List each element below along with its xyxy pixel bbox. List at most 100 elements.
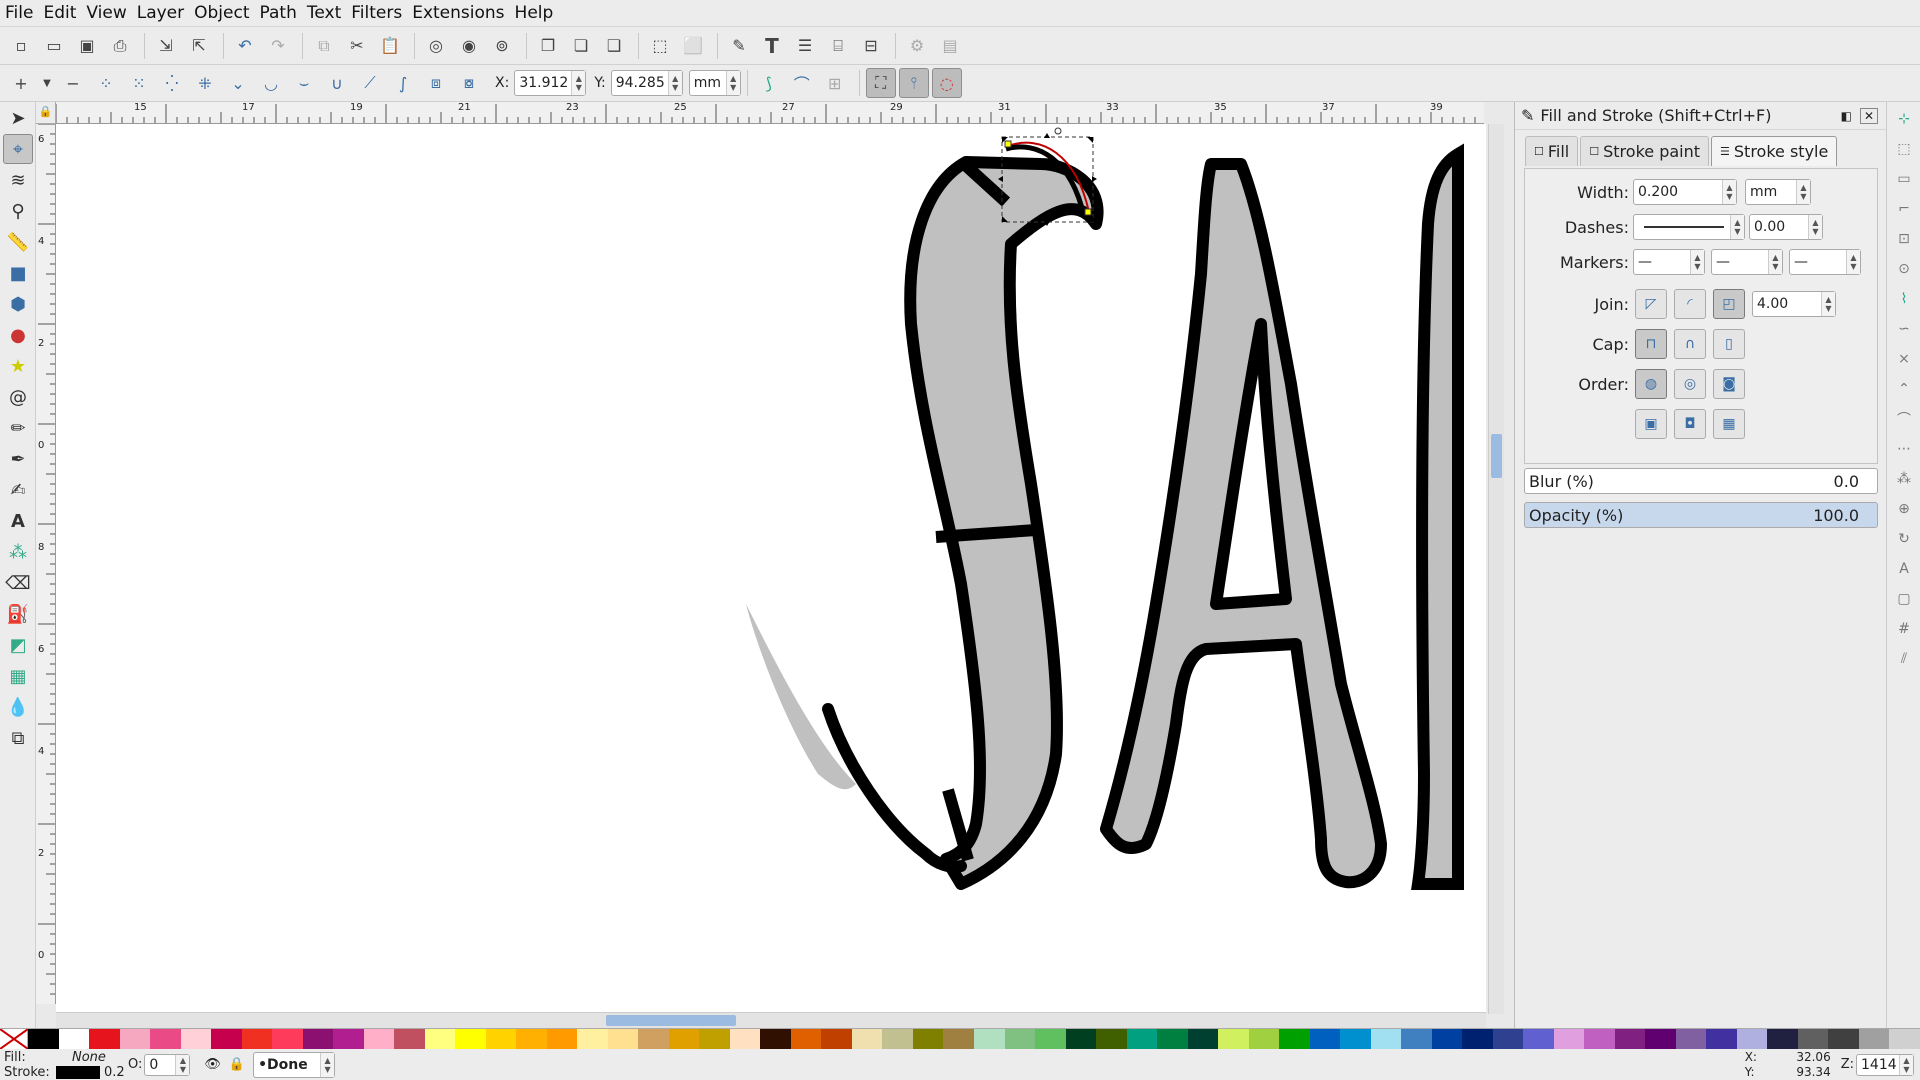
segment-line-icon[interactable]: ⟋ bbox=[355, 68, 385, 98]
end-marker-select[interactable]: — ▲ ▼ bbox=[1789, 249, 1861, 275]
snap-bbox-edge-icon[interactable]: ▭ bbox=[1891, 166, 1917, 192]
preferences-icon[interactable]: ⚙ bbox=[902, 31, 932, 61]
new-document-icon[interactable]: ▫ bbox=[6, 31, 36, 61]
color-swatch[interactable] bbox=[1828, 1029, 1859, 1049]
color-swatch[interactable] bbox=[699, 1029, 730, 1049]
color-swatch[interactable] bbox=[1004, 1029, 1036, 1049]
text-font-icon[interactable]: T bbox=[757, 31, 787, 61]
spin-arrows-icon[interactable]: ▲ ▼ bbox=[1722, 180, 1736, 204]
color-swatch[interactable] bbox=[1858, 1029, 1890, 1049]
insert-node-icon[interactable]: + bbox=[6, 68, 36, 98]
object-to-path-icon[interactable]: ⧈ bbox=[421, 68, 451, 98]
snap-bbox-icon[interactable]: ⬚ bbox=[1891, 136, 1917, 162]
show-transform-handles-icon[interactable]: ⛶ bbox=[865, 68, 896, 98]
node-handle[interactable] bbox=[1054, 127, 1062, 135]
layer-visibility-icon[interactable]: 👁 bbox=[204, 1057, 221, 1072]
zoom-drawing-icon[interactable]: ◉ bbox=[454, 31, 484, 61]
color-swatch[interactable] bbox=[1340, 1029, 1371, 1049]
node-tool-icon[interactable]: ⌖ bbox=[3, 134, 33, 164]
zoom-selection-icon[interactable]: ◎ bbox=[421, 31, 451, 61]
tab-stroke-paint[interactable]: ☐ Stroke paint bbox=[1580, 136, 1710, 166]
snap-midpoint-icon[interactable]: ⋯ bbox=[1891, 436, 1917, 462]
menu-extensions[interactable]: Extensions bbox=[407, 3, 509, 23]
layers-icon[interactable]: ☰ bbox=[790, 31, 820, 61]
color-swatch[interactable] bbox=[1675, 1029, 1707, 1049]
spin-arrows-icon[interactable]: ▲ ▼ bbox=[1899, 1054, 1913, 1075]
color-swatch[interactable] bbox=[1126, 1029, 1158, 1049]
mid-marker-select[interactable]: — ▲ ▼ bbox=[1711, 249, 1783, 275]
node-cusp-icon[interactable]: ⌄ bbox=[223, 68, 253, 98]
drawing-canvas[interactable] bbox=[56, 124, 1486, 1012]
width-spinbox[interactable]: 0.200 ▲ ▼ bbox=[1633, 179, 1737, 205]
gradient-tool-icon[interactable]: ◩ bbox=[3, 630, 33, 660]
show-outline-icon[interactable]: ◌ bbox=[931, 68, 962, 98]
export-icon[interactable]: ⇱ bbox=[184, 31, 214, 61]
snap-text-baseline-icon[interactable]: A bbox=[1891, 556, 1917, 582]
snap-intersection-icon[interactable]: ⨯ bbox=[1891, 346, 1917, 372]
clone-icon[interactable]: ❏ bbox=[566, 31, 596, 61]
blur-slider[interactable]: Blur (%) 0.0 bbox=[1524, 468, 1878, 494]
save-icon[interactable]: ▣ bbox=[72, 31, 102, 61]
measure-tool-icon[interactable]: 📏 bbox=[3, 227, 33, 257]
node-symmetric-icon[interactable]: ⌣ bbox=[289, 68, 319, 98]
color-swatch[interactable] bbox=[607, 1029, 639, 1049]
tweak-tool-icon[interactable]: ≋ bbox=[3, 165, 33, 195]
paint-bucket-tool-icon[interactable]: ⛽ bbox=[3, 599, 33, 629]
group-icon[interactable]: ⬚ bbox=[645, 31, 675, 61]
lock-guides-icon[interactable]: 🔒 bbox=[36, 102, 56, 124]
order-markers-stroke-fill-icon[interactable]: ▦ bbox=[1713, 409, 1745, 439]
open-icon[interactable]: ▭ bbox=[39, 31, 69, 61]
menu-filters[interactable]: Filters bbox=[346, 3, 407, 23]
color-swatch[interactable] bbox=[1889, 1029, 1920, 1049]
color-swatch[interactable] bbox=[1370, 1029, 1402, 1049]
cut-icon[interactable]: ✂ bbox=[342, 31, 372, 61]
spin-arrows-icon[interactable]: ▲ ▼ bbox=[1808, 215, 1822, 239]
eraser-tool-icon[interactable]: ⌫ bbox=[3, 568, 33, 598]
color-swatch[interactable] bbox=[943, 1029, 974, 1049]
opacity-slider[interactable]: Opacity (%) 100.0 bbox=[1524, 502, 1878, 528]
node-point[interactable] bbox=[1084, 208, 1092, 216]
zoom-page-icon[interactable]: ⊚ bbox=[487, 31, 517, 61]
color-swatch[interactable] bbox=[577, 1029, 608, 1049]
vertical-scrollbar[interactable] bbox=[1488, 124, 1504, 1014]
print-icon[interactable]: ⎙ bbox=[105, 31, 135, 61]
color-swatch[interactable] bbox=[58, 1029, 90, 1049]
color-swatch[interactable] bbox=[821, 1029, 852, 1049]
horizontal-scrollbar[interactable] bbox=[56, 1012, 1486, 1028]
order-markers-fill-stroke-icon[interactable]: ▣ bbox=[1635, 409, 1667, 439]
xml-editor-icon[interactable]: ⌸ bbox=[823, 31, 853, 61]
stroke-to-path-icon[interactable]: ⧇ bbox=[454, 68, 484, 98]
join-miter-icon[interactable]: ◰ bbox=[1713, 289, 1745, 319]
y-spinbox[interactable]: 94.285 ▲ ▼ bbox=[610, 70, 683, 96]
dash-offset-spinbox[interactable]: 0.00 ▲ ▼ bbox=[1749, 214, 1823, 240]
node-point[interactable] bbox=[1004, 140, 1012, 148]
snap-toggle-icon[interactable]: ⊹ bbox=[1891, 106, 1917, 132]
miter-limit-spinbox[interactable]: 4.00 ▲ ▼ bbox=[1752, 291, 1836, 317]
color-swatch[interactable] bbox=[272, 1029, 303, 1049]
color-swatch[interactable] bbox=[790, 1029, 822, 1049]
join-nodes-icon[interactable]: ⁘ bbox=[91, 68, 121, 98]
spin-arrows-icon[interactable]: ▲ ▼ bbox=[571, 71, 586, 95]
color-swatch[interactable] bbox=[1096, 1029, 1127, 1049]
document-properties-icon[interactable]: ▤ bbox=[935, 31, 965, 61]
color-swatch[interactable] bbox=[851, 1029, 883, 1049]
ungroup-icon[interactable]: ⬜ bbox=[678, 31, 708, 61]
paste-icon[interactable]: 📋 bbox=[375, 31, 405, 61]
insert-node-dropdown-icon[interactable]: ▼ bbox=[39, 68, 55, 98]
edit-mask-icon[interactable]: ⊞ bbox=[820, 68, 850, 98]
color-swatch[interactable] bbox=[211, 1029, 242, 1049]
vertical-ruler[interactable]: 6 4 2 0 8 6 4 2 0 bbox=[36, 124, 56, 1004]
color-swatch[interactable] bbox=[424, 1029, 456, 1049]
selector-tool-icon[interactable]: ➤ bbox=[3, 103, 33, 133]
cap-butt-icon[interactable]: ⊓ bbox=[1635, 329, 1667, 359]
snap-rotation-icon[interactable]: ↻ bbox=[1891, 526, 1917, 552]
next-path-effect-icon[interactable]: ⟆ bbox=[754, 68, 784, 98]
align-distribute-icon[interactable]: ⊟ bbox=[856, 31, 886, 61]
delete-node-icon[interactable]: − bbox=[58, 68, 88, 98]
copy-icon[interactable]: ⧉ bbox=[309, 31, 339, 61]
rectangle-tool-icon[interactable]: ■ bbox=[3, 258, 33, 288]
color-swatch[interactable] bbox=[363, 1029, 395, 1049]
color-swatch[interactable] bbox=[1401, 1029, 1432, 1049]
order-fill-stroke-markers-icon[interactable]: ◍ bbox=[1635, 369, 1667, 399]
x-spinbox[interactable]: 31.912 ▲ ▼ bbox=[514, 70, 587, 96]
